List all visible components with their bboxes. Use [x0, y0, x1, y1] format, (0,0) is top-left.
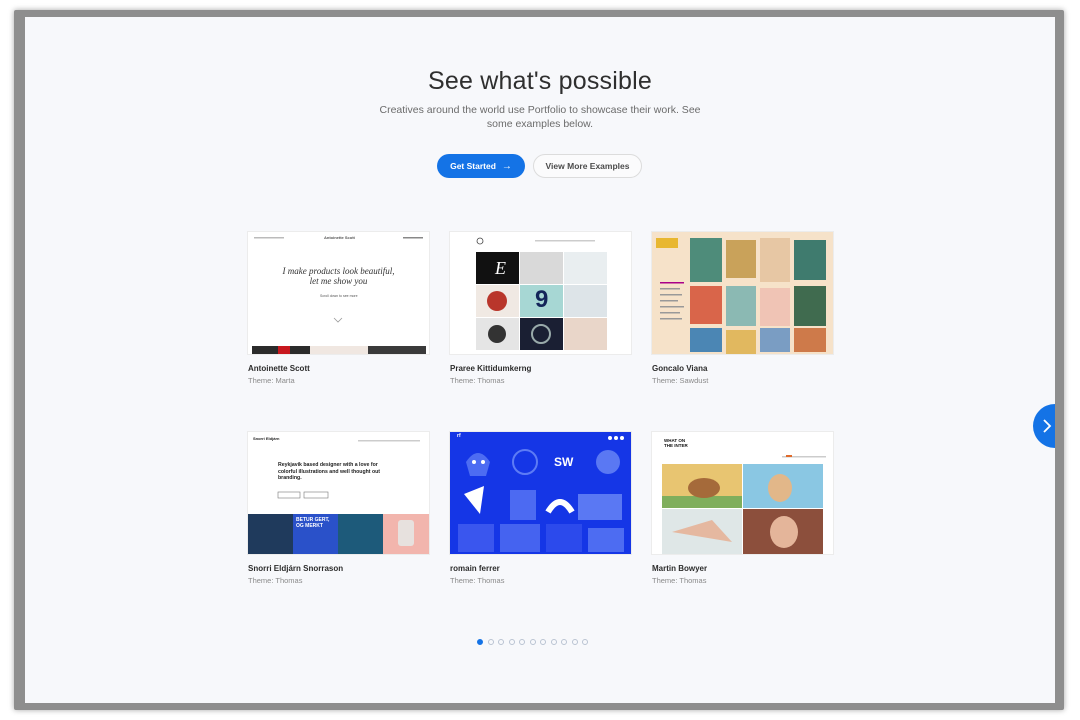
card-theme: Theme: Thomas — [248, 576, 303, 585]
svg-text:E: E — [494, 258, 506, 278]
chevron-right-icon — [1043, 419, 1052, 433]
card-theme: Theme: Sawdust — [652, 376, 709, 385]
card-theme: Theme: Thomas — [450, 376, 505, 385]
pagination-dot[interactable] — [477, 639, 483, 645]
thumbnail-preview: SW — [450, 432, 631, 554]
card-author-name[interactable]: Martin Bowyer — [652, 564, 707, 573]
example-thumbnail[interactable]: WHAT ON THE INTER — [652, 432, 833, 554]
card-author-name[interactable]: Antoinette Scott — [248, 364, 310, 373]
preview-logo: Snorri Eldjárn — [253, 436, 280, 441]
preview-poster-text: BETUR GERT, OG MERKT — [296, 517, 330, 529]
get-started-label: Get Started — [450, 161, 496, 171]
pagination-dot[interactable] — [498, 639, 504, 645]
preview-number: 9 — [535, 286, 549, 313]
example-thumbnail[interactable]: SW rf — [450, 432, 631, 554]
card-theme: Theme: Thomas — [652, 576, 707, 585]
preview-headline: I make products look beautiful, let me s… — [282, 266, 395, 286]
card-author-name[interactable]: Praree Kittidumkerng — [450, 364, 531, 373]
thumbnail-preview — [248, 432, 429, 554]
card-theme: Theme: Marta — [248, 376, 295, 385]
card-author-name[interactable]: Snorri Eldjárn Snorrason — [248, 564, 343, 573]
preview-headline: Reykjavik based designer with a love for… — [278, 462, 381, 481]
view-more-examples-button[interactable]: View More Examples — [533, 154, 642, 178]
arrow-right-icon: → — [501, 160, 512, 172]
pagination-dot[interactable] — [561, 639, 567, 645]
preview-logo: rf — [457, 433, 461, 439]
pagination-dot[interactable] — [550, 639, 557, 645]
pagination-dot[interactable] — [519, 639, 525, 645]
card-theme: Theme: Thomas — [450, 576, 505, 585]
page-subtitle: Creatives around the world use Portfolio… — [379, 104, 701, 130]
carousel-pagination — [477, 639, 588, 645]
thumbnail-preview — [652, 232, 833, 354]
example-thumbnail[interactable]: Snorri Eldjárn Reykjavik based designer … — [248, 432, 429, 554]
pagination-dot[interactable] — [571, 639, 578, 645]
page-title: See what's possible — [428, 67, 652, 95]
thumbnail-preview — [248, 232, 429, 354]
pagination-dot[interactable] — [582, 639, 588, 645]
pagination-dot[interactable] — [529, 639, 536, 645]
preview-logo: WHAT ON THE INTER — [664, 438, 688, 448]
carousel-next-button[interactable] — [1033, 404, 1055, 448]
pagination-dot[interactable] — [540, 639, 546, 645]
page: See what's possible Creatives around the… — [25, 17, 1055, 703]
pagination-dot[interactable] — [487, 639, 494, 645]
card-author-name[interactable]: romain ferrer — [450, 564, 500, 573]
card-author-name[interactable]: Goncalo Viana — [652, 364, 707, 373]
preview-site-name: Antoinette Scott — [324, 235, 355, 240]
svg-text:SW: SW — [554, 455, 574, 469]
pagination-dot[interactable] — [508, 639, 515, 645]
example-thumbnail[interactable]: Antoinette Scott I make products look be… — [248, 232, 429, 354]
get-started-button[interactable]: Get Started → — [437, 154, 525, 178]
preview-subtext: Scroll down to see more — [320, 294, 358, 298]
example-thumbnail[interactable] — [652, 232, 833, 354]
thumbnail-preview — [652, 432, 833, 554]
example-thumbnail[interactable]: E 9 — [450, 232, 631, 354]
